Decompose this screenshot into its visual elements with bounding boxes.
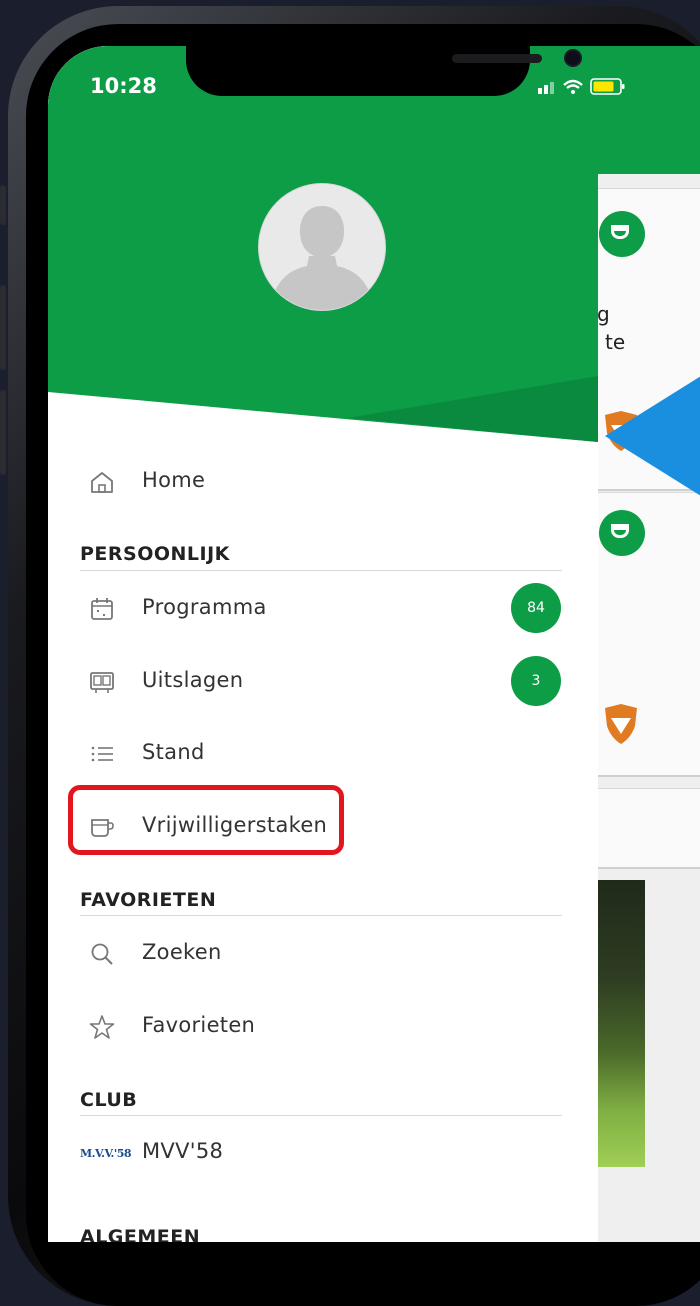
front-camera [564,49,582,67]
background-text-line2: te [605,330,626,354]
avatar[interactable] [258,183,386,311]
divider [80,570,562,571]
signal-icon [538,82,554,94]
search-icon [91,943,113,965]
status-time: 10:28 [90,74,157,98]
menu-item-label: Programma [142,595,267,619]
cup-icon [599,211,645,257]
club-shield-icon [605,704,637,744]
scoreboard-icon [90,672,114,693]
menu-item-home[interactable]: Home [48,456,598,508]
background-card-3[interactable] [593,788,700,869]
mvv58-logo: M.V.V.'58 [80,1147,132,1160]
speaker-grille [452,54,542,63]
menu-item-label: Home [142,468,206,492]
programma-count-badge: 84 [511,583,561,633]
side-button-volume-up [0,285,6,370]
menu-item-label: Uitslagen [142,668,244,692]
calendar-icon [91,598,113,620]
star-icon [89,1015,115,1039]
background-text-line1: g [597,302,610,326]
battery-icon [590,78,625,95]
list-icon [91,746,113,762]
side-button-volume-down [0,390,6,475]
status-icons [538,78,625,95]
menu-item-zoeken[interactable]: Zoeken [48,928,598,980]
home-icon [91,472,113,493]
divider [80,1115,562,1116]
menu-item-label: Stand [142,740,205,764]
section-title-club: CLUB [80,1089,138,1111]
menu-item-mvv58[interactable]: M.V.V.'58 MVV'58 [48,1127,598,1179]
highlight-box [68,785,344,855]
background-photo [593,880,645,1167]
side-button-silent [0,185,6,225]
section-title-algemeen: ALGEMEEN [80,1226,201,1242]
menu-item-stand[interactable]: Stand [48,728,598,780]
menu-item-favorieten[interactable]: Favorieten [48,1001,598,1053]
uitslagen-count-badge: 3 [511,656,561,706]
avatar-silhouette-icon [269,206,375,310]
navigation-drawer: 10:28 Home PERSOONLIJK Programma 84 Uits… [48,46,598,1242]
menu-item-label: MVV'58 [142,1139,224,1163]
wifi-icon [563,79,583,94]
menu-item-label: Favorieten [142,1013,256,1037]
menu-item-label: Zoeken [142,940,222,964]
divider [80,915,562,916]
section-title-favorieten: FAVORIETEN [80,889,217,911]
cup-icon [599,510,645,556]
blue-arrow-overlay [605,376,700,496]
section-title-persoonlijk: PERSOONLIJK [80,543,230,565]
notch [186,46,582,96]
phone-screen: g te 10:28 Home PERSOONLIJK Programma 84… [48,46,700,1242]
